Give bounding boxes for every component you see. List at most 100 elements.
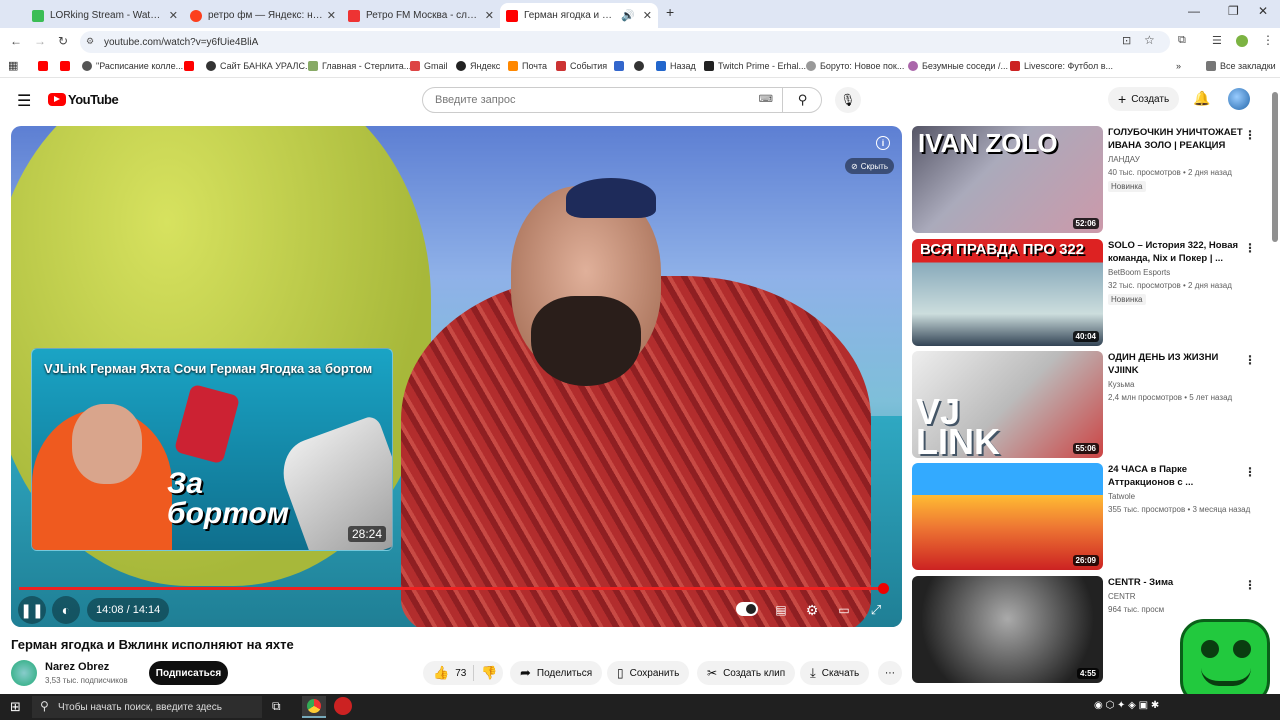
more-options-icon[interactable]: ⋮ bbox=[1244, 241, 1256, 255]
recommendation-thumbnail[interactable]: IVAN ZOLO 52:06 bbox=[912, 126, 1103, 233]
download-button[interactable]: ⤓ Скачать bbox=[800, 661, 870, 685]
share-button[interactable]: ➦ Поделиться bbox=[510, 661, 603, 685]
twitch-favicon-icon bbox=[32, 9, 44, 22]
pause-button[interactable]: ❚❚ bbox=[18, 596, 46, 624]
bookmark-boruto[interactable]: Боруто: Новое пок... bbox=[806, 61, 904, 71]
reload-icon[interactable]: ↻ bbox=[58, 34, 68, 48]
hamburger-menu-icon[interactable]: ☰ bbox=[17, 91, 31, 111]
recommendation-item[interactable]: ВСЯ ПРАВДА ПРО 322 40:04 SOLO – История … bbox=[912, 239, 1262, 347]
more-options-icon[interactable]: ⋮ bbox=[1244, 465, 1256, 479]
bookmark-yandex[interactable]: Яндекс bbox=[456, 61, 500, 71]
bookmark-mail[interactable]: Почта bbox=[508, 61, 547, 71]
keyboard-icon[interactable]: ⌨ bbox=[759, 94, 773, 105]
bookmark-events[interactable]: События bbox=[556, 61, 607, 71]
fullscreen-icon[interactable]: ⤢ bbox=[866, 596, 886, 624]
search-input[interactable]: Введите запрос ⌨ ⚲ bbox=[422, 87, 822, 113]
profile-icon[interactable] bbox=[1236, 35, 1248, 47]
save-button[interactable]: ▯ Сохранить bbox=[607, 661, 690, 685]
more-bookmarks-icon[interactable]: » bbox=[1176, 61, 1181, 71]
tray-icons[interactable]: ◉ ⬡ ✦ ◈ ▣ ✱ bbox=[1094, 700, 1159, 711]
back-icon[interactable]: ← bbox=[10, 34, 22, 48]
info-icon[interactable]: i bbox=[876, 136, 890, 150]
restore-icon[interactable]: ❐ bbox=[1228, 4, 1239, 18]
video-player[interactable]: i ⊘ Скрыть VJLink Герман Яхта Сочи Герман… bbox=[11, 126, 902, 627]
bookmark-livescore[interactable]: Livescore: Футбол в... bbox=[1010, 61, 1113, 71]
autoplay-toggle[interactable] bbox=[736, 602, 758, 616]
progress-scrubber[interactable] bbox=[877, 583, 889, 594]
subscribe-button[interactable]: Подписаться bbox=[149, 661, 228, 685]
minimize-icon[interactable]: ― bbox=[1188, 4, 1200, 18]
youtube-logo-icon[interactable] bbox=[48, 93, 66, 106]
all-bookmarks[interactable]: Все закладки bbox=[1206, 61, 1276, 71]
url-field[interactable]: youtube.com/watch?v=y6fUie4BliA bbox=[80, 31, 1170, 53]
close-tab-icon[interactable]: ✕ bbox=[327, 9, 336, 22]
bookmark-item[interactable]: Сайт БАНКА УРАЛС... bbox=[206, 61, 312, 71]
endscreen-video-card[interactable]: VJLink Герман Яхта Сочи Герман Ягодка за… bbox=[31, 348, 393, 551]
bookmark-star-icon[interactable]: ☆ bbox=[1144, 33, 1155, 47]
time-display: 14:08 / 14:14 bbox=[87, 598, 170, 622]
site-info-icon[interactable]: ⚙ bbox=[86, 36, 94, 47]
youtube-logo-text[interactable]: YouTube bbox=[68, 92, 119, 107]
bookmark-item[interactable]: "Расписание колле... bbox=[82, 61, 183, 71]
bookmark-s[interactable] bbox=[614, 61, 628, 71]
close-tab-icon[interactable]: ✕ bbox=[169, 9, 178, 22]
settings-gear-icon[interactable]: ⚙ bbox=[802, 596, 822, 624]
close-window-icon[interactable]: ✕ bbox=[1258, 4, 1268, 18]
speaker-icon[interactable]: 🔊 bbox=[621, 9, 635, 22]
more-options-icon[interactable]: ⋮ bbox=[1244, 578, 1256, 592]
avatar[interactable] bbox=[1228, 88, 1250, 110]
page-scrollbar[interactable] bbox=[1272, 92, 1278, 242]
bookmark-back[interactable]: Назад bbox=[656, 61, 696, 71]
recommendation-item[interactable]: VJ LINK 55:06 ОДИН ДЕНЬ ИЗ ЖИЗНИ VJIINK … bbox=[912, 351, 1262, 459]
clip-button[interactable]: ✂ Создать клип bbox=[697, 661, 796, 685]
like-button[interactable]: 👍 73 bbox=[433, 665, 466, 681]
browser-tab[interactable]: LORking Stream - Watch Live o✕ bbox=[26, 3, 184, 28]
bookmark-twitch-prime[interactable]: Twitch Prime - Erhal... bbox=[704, 61, 806, 71]
chrome-taskbar-icon[interactable] bbox=[302, 696, 326, 718]
more-actions-icon[interactable]: ⋯ bbox=[878, 661, 902, 685]
bookmark-youtube-2[interactable] bbox=[60, 61, 74, 71]
hide-endcards-button[interactable]: ⊘ Скрыть bbox=[844, 158, 894, 174]
taskbar-search-input[interactable]: ⚲ Чтобы начать поиск, введите здесь bbox=[32, 696, 262, 718]
recommendation-thumbnail[interactable]: 4:55 bbox=[912, 576, 1103, 683]
install-icon[interactable]: ⊡ bbox=[1122, 34, 1131, 47]
menu-dots-icon[interactable]: ⋮ bbox=[1262, 33, 1274, 47]
recommendation-thumbnail[interactable]: 26:09 bbox=[912, 463, 1103, 570]
progress-bar[interactable] bbox=[19, 583, 889, 594]
bookmark-gmail[interactable]: Gmail bbox=[410, 61, 448, 71]
bookmark-globe[interactable] bbox=[634, 61, 648, 71]
bookmark-youtube-1[interactable] bbox=[38, 61, 52, 71]
channel-avatar[interactable] bbox=[11, 660, 37, 686]
browser-tab-active[interactable]: Герман ягодка и Вжлинк и🔊✕ bbox=[500, 3, 658, 28]
recommendation-item[interactable]: IVAN ZOLO 52:06 ГОЛУБОЧКИН УНИЧТОЖАЕТ ИВ… bbox=[912, 126, 1262, 234]
task-view-icon[interactable]: ⧉ bbox=[272, 699, 281, 714]
extensions-icon[interactable]: ⧉ bbox=[1178, 34, 1186, 47]
volume-icon[interactable]: ◐ bbox=[52, 596, 80, 624]
close-tab-icon[interactable]: ✕ bbox=[643, 9, 652, 22]
create-button[interactable]: + Создать bbox=[1108, 87, 1180, 111]
dislike-icon[interactable]: 👎 bbox=[481, 665, 497, 681]
channel-name[interactable]: Narez Obrez bbox=[45, 661, 109, 673]
apps-grid-icon[interactable]: ▦ bbox=[8, 59, 18, 72]
more-options-icon[interactable]: ⋮ bbox=[1244, 353, 1256, 367]
recommendation-thumbnail[interactable]: ВСЯ ПРАВДА ПРО 322 40:04 bbox=[912, 239, 1103, 346]
bookmark-neighbors[interactable]: Безумные соседи /... bbox=[908, 61, 1008, 71]
media-icon[interactable]: ☰ bbox=[1212, 34, 1222, 47]
browser-tab[interactable]: ретро фм — Яндекс: нашлось✕ bbox=[184, 3, 342, 28]
app-taskbar-icon[interactable] bbox=[334, 697, 352, 715]
bookmark-item[interactable]: Главная - Стерлита... bbox=[308, 61, 411, 71]
bookmark-youtube-3[interactable] bbox=[184, 61, 198, 71]
more-options-icon[interactable]: ⋮ bbox=[1244, 128, 1256, 142]
microphone-icon[interactable]: 🎙 bbox=[835, 87, 861, 113]
forward-icon[interactable]: → bbox=[34, 34, 46, 48]
subtitles-icon[interactable]: ▤ bbox=[771, 596, 791, 624]
close-tab-icon[interactable]: ✕ bbox=[485, 9, 494, 22]
notifications-bell-icon[interactable]: 🔔 bbox=[1193, 90, 1210, 107]
new-tab-button[interactable]: + bbox=[666, 4, 674, 20]
search-icon[interactable]: ⚲ bbox=[782, 87, 822, 113]
recommendation-item[interactable]: 26:09 24 ЧАСА в Парке Аттракционов с ...… bbox=[912, 463, 1262, 571]
windows-start-icon[interactable]: ⊞ bbox=[10, 699, 21, 715]
recommendation-thumbnail[interactable]: VJ LINK 55:06 bbox=[912, 351, 1103, 458]
browser-tab[interactable]: Ретро FM Москва - слушать о✕ bbox=[342, 3, 500, 28]
theater-mode-icon[interactable]: ▭ bbox=[834, 596, 854, 624]
